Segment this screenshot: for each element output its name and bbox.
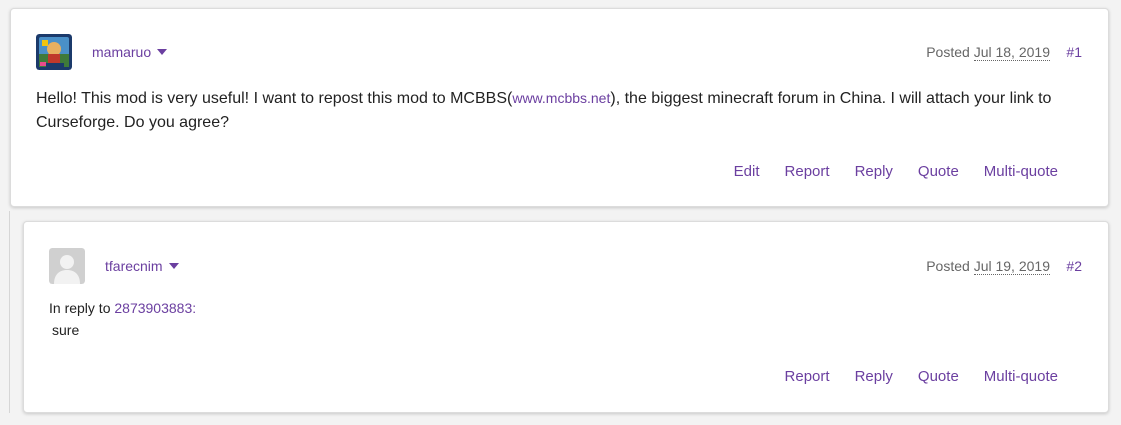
quote-button[interactable]: Quote: [918, 368, 959, 385]
username-link[interactable]: mamaruo: [92, 44, 168, 60]
reply-reference: In reply to 2873903883:: [49, 300, 196, 316]
username-text[interactable]: mamaruo: [92, 44, 151, 60]
posted-label: Posted: [926, 258, 970, 274]
post-date: Jul 18, 2019: [973, 44, 1050, 61]
report-button[interactable]: Report: [785, 368, 830, 385]
reply-user-link[interactable]: 2873903883:: [114, 300, 196, 316]
user-avatar[interactable]: [36, 34, 72, 70]
quote-button[interactable]: Quote: [918, 163, 959, 180]
multi-quote-button[interactable]: Multi-quote: [984, 163, 1058, 180]
forum-post-1: mamaruo Posted Jul 18, 2019 #1 Hello! Th…: [10, 8, 1109, 207]
reply-button[interactable]: Reply: [855, 368, 893, 385]
post-meta: Posted Jul 18, 2019: [926, 44, 1050, 61]
mcbbs-link[interactable]: www.mcbbs.net: [512, 90, 610, 106]
username-link[interactable]: tfarecnim: [105, 258, 179, 274]
chevron-down-icon[interactable]: [168, 263, 179, 269]
report-button[interactable]: Report: [785, 163, 830, 180]
post-meta: Posted Jul 19, 2019: [926, 258, 1050, 275]
reply-button[interactable]: Reply: [855, 163, 893, 180]
thread-connector-line: [9, 211, 10, 413]
post-number-link[interactable]: #1: [1066, 44, 1082, 60]
avatar-image-icon: [36, 34, 72, 70]
reply-label: In reply to: [49, 300, 111, 316]
post-body: Hello! This mod is very useful! I want t…: [36, 86, 1076, 135]
forum-post-2: tfarecnim Posted Jul 19, 2019 #2 In repl…: [23, 221, 1109, 413]
edit-button[interactable]: Edit: [734, 163, 760, 180]
username-text[interactable]: tfarecnim: [105, 258, 163, 274]
post-number-link[interactable]: #2: [1066, 258, 1082, 274]
post-actions: Edit Report Reply Quote Multi-quote: [709, 163, 1058, 180]
user-avatar[interactable]: [49, 248, 85, 284]
post-body: sure: [52, 322, 80, 338]
chevron-down-icon[interactable]: [157, 49, 168, 55]
post-body-text: Hello! This mod is very useful! I want t…: [36, 90, 513, 107]
default-user-icon: [49, 248, 85, 284]
multi-quote-button[interactable]: Multi-quote: [984, 368, 1058, 385]
post-date: Jul 19, 2019: [973, 258, 1050, 275]
posted-label: Posted: [926, 44, 970, 60]
post-actions: Report Reply Quote Multi-quote: [760, 368, 1058, 385]
